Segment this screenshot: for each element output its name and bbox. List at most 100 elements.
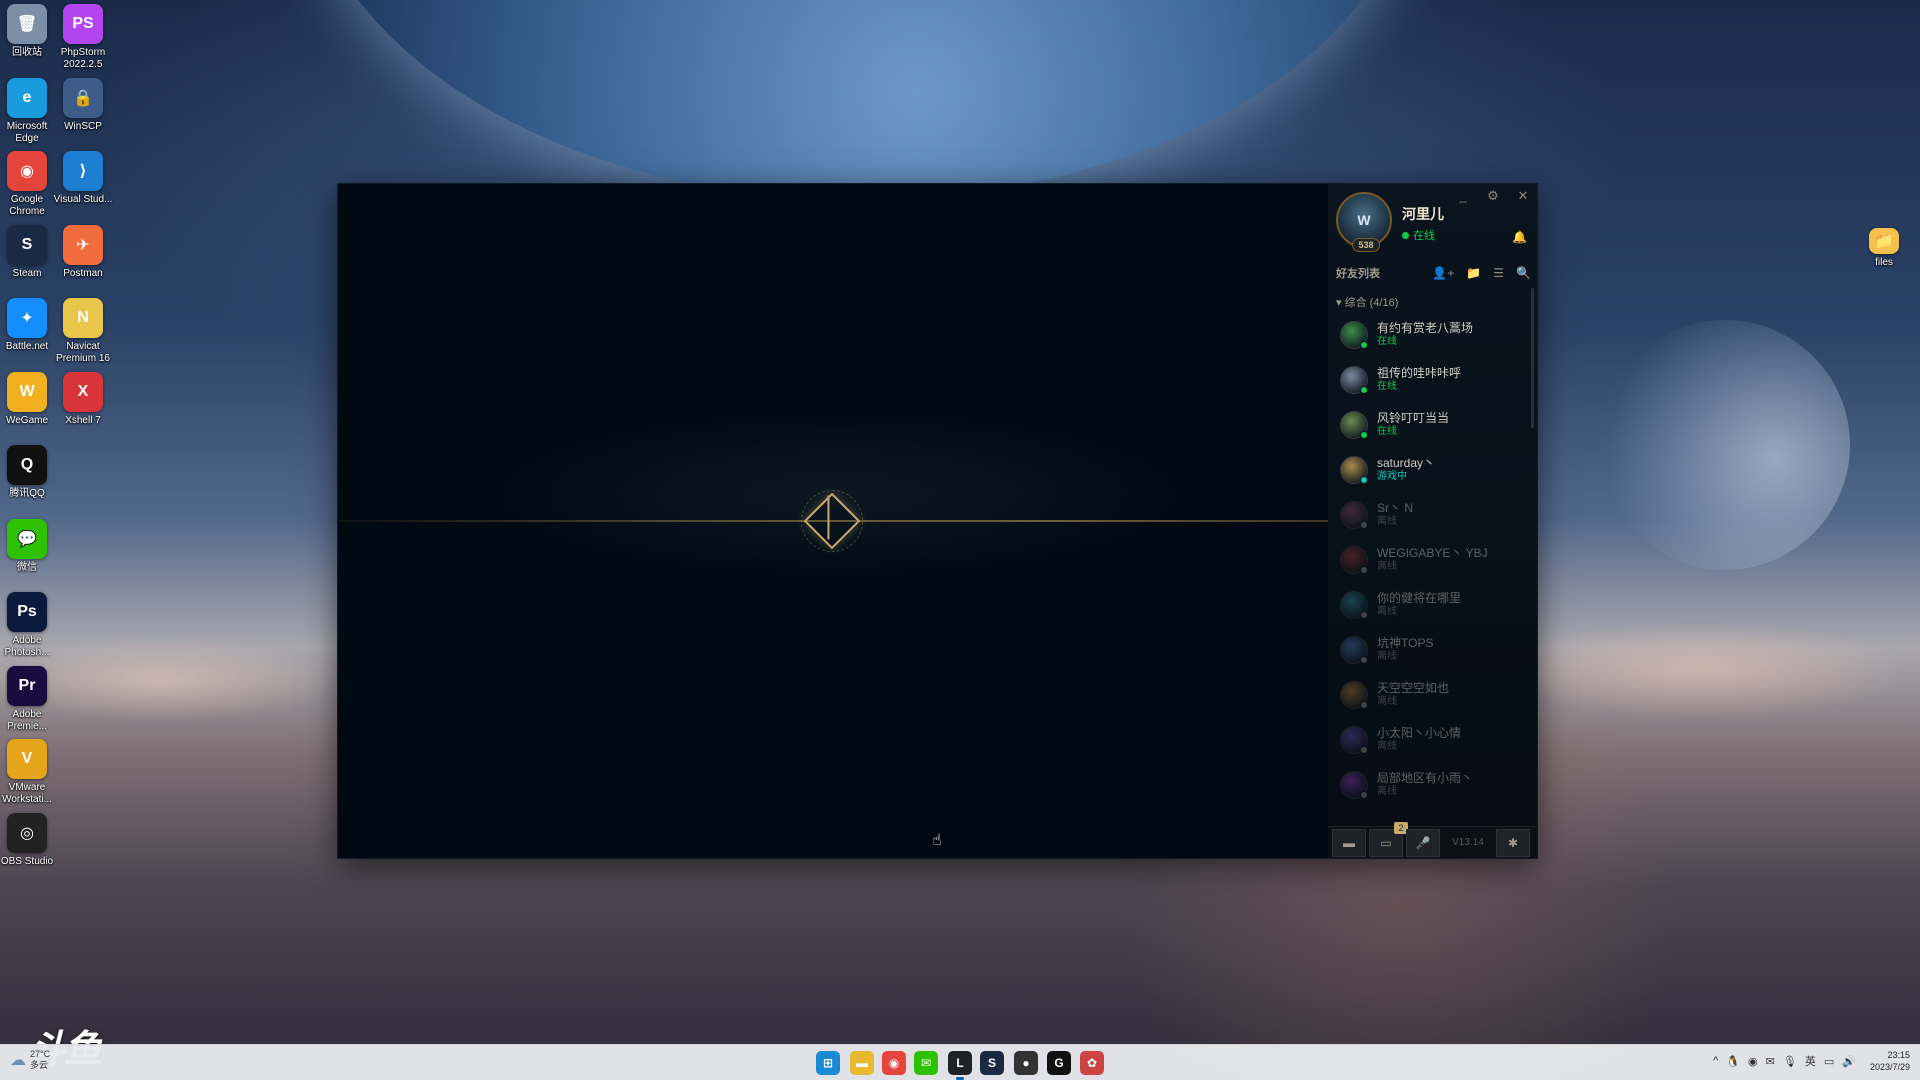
tray-volume-icon[interactable]: 🔊: [1842, 1055, 1856, 1068]
friend-list-item[interactable]: 局部地区有小雨丶 离线: [1328, 762, 1533, 807]
report-bug-button[interactable]: ✱: [1496, 828, 1530, 857]
tray-chevron-icon[interactable]: ^: [1713, 1055, 1718, 1067]
app-icon: 💬: [7, 518, 47, 559]
status-dot-icon: [1360, 700, 1368, 709]
friend-list-item[interactable]: 天空空空如也 离线: [1328, 672, 1533, 717]
desktop-icon-item[interactable]: ◎ OBS Studio: [0, 812, 57, 868]
desktop-icon-files[interactable]: 📁 files: [1854, 228, 1914, 269]
search-icon[interactable]: 🔍: [1516, 266, 1531, 280]
league-icon: L: [956, 1056, 964, 1070]
friend-name: WEGIGABYE丶 YBJ: [1377, 545, 1488, 560]
desktop-icon-item[interactable]: Ps Adobe Photosh...: [0, 592, 57, 659]
tray-qq-icon[interactable]: 🐧: [1726, 1055, 1740, 1068]
desktop-icon-label: OBS Studio: [0, 855, 54, 867]
taskbar-clock[interactable]: 23:15 2023/7/29: [1870, 1049, 1910, 1073]
desktop-icon-item[interactable]: S Steam: [0, 224, 57, 280]
friend-name: Sr丶 N: [1377, 500, 1414, 515]
taskbar-app-red[interactable]: ●: [1014, 1051, 1038, 1075]
friend-name: 局部地区有小雨丶: [1377, 770, 1474, 785]
taskbar-explorer[interactable]: ▬: [850, 1051, 874, 1075]
friend-avatar: [1340, 365, 1368, 394]
friend-avatar: [1340, 410, 1368, 439]
friend-list-item[interactable]: 祖传的哇咔咔呼 在线: [1328, 357, 1533, 402]
friend-avatar: [1340, 635, 1368, 664]
app-icon: ✦: [7, 298, 47, 338]
friend-status: 离线: [1377, 650, 1397, 662]
friend-list-scrollbar[interactable]: [1531, 288, 1534, 428]
notification-bell-icon[interactable]: 🔔: [1512, 230, 1527, 244]
friend-avatar: [1340, 455, 1368, 484]
friend-name: 坑神TOPS: [1377, 635, 1434, 650]
status-dot-icon: [1360, 340, 1368, 349]
add-friend-icon[interactable]: 👤+: [1432, 266, 1454, 280]
tray-network-icon[interactable]: ▭: [1824, 1055, 1834, 1068]
status-dot-icon: [1360, 385, 1368, 394]
desktop-icon-item[interactable]: Q 腾讯QQ: [0, 445, 57, 500]
desktop-icon-item[interactable]: e Microsoft Edge: [0, 77, 57, 145]
friend-list-item[interactable]: 风铃叮叮当当 在线: [1328, 402, 1533, 447]
friend-list-item[interactable]: 你的健将在哪里 离线: [1328, 582, 1533, 627]
tray-steam-icon[interactable]: ◉: [1748, 1055, 1758, 1068]
desktop-icon-item[interactable]: ◉ Google Chrome: [0, 151, 57, 218]
status-dot-icon: [1360, 520, 1368, 529]
desktop-icon-item[interactable]: ✈ Postman: [53, 224, 113, 280]
close-button[interactable]: ✕: [1515, 188, 1531, 204]
chat-button[interactable]: ▬: [1332, 828, 1366, 857]
cloud-icon: ☁: [10, 1052, 26, 1069]
taskbar-wechat[interactable]: ✉: [914, 1051, 938, 1075]
tray-mic-icon[interactable]: 🎙: [1783, 1055, 1797, 1068]
desktop-icon-item[interactable]: V VMware Workstati...: [0, 739, 57, 806]
desktop-icon-item[interactable]: PS PhpStorm 2022.2.5: [53, 4, 113, 71]
desktop-icon-item[interactable]: 🔒 WinSCP: [53, 77, 113, 133]
taskbar-steam[interactable]: S: [980, 1051, 1004, 1075]
minimize-button[interactable]: _: [1455, 188, 1471, 204]
desktop-icon-item[interactable]: W WeGame: [0, 371, 57, 427]
add-folder-icon[interactable]: 📁: [1466, 266, 1481, 280]
taskbar-app-misc[interactable]: ✿: [1080, 1051, 1104, 1075]
profile-card[interactable]: W 538 河里儿 在线: [1336, 192, 1444, 252]
friend-group-header[interactable]: ▾ 综合 (4/16): [1336, 294, 1398, 310]
desktop-icon-item[interactable]: ✦ Battle.net: [0, 298, 57, 353]
desktop-icon-item[interactable]: 💬 微信: [0, 518, 57, 574]
friend-avatar: [1340, 545, 1368, 574]
tray-language[interactable]: 英: [1805, 1053, 1816, 1069]
friend-list-item[interactable]: Sr丶 N 离线: [1328, 492, 1533, 537]
status-dot-icon: [1360, 790, 1368, 799]
desktop-icon-label: PhpStorm 2022.2.5: [60, 47, 106, 70]
taskbar: ☁ 27°C 多云 ⊞ ▬ ◉ ✉ L S ● G ✿ ^ 🐧 ◉ ✉ 🎙 英 …: [0, 1044, 1920, 1080]
weather-temp: 27°C: [30, 1049, 51, 1059]
desktop-icon-item[interactable]: X Xshell 7: [53, 371, 113, 427]
friend-list: 有约有赏老八蒿场 在线 祖传的哇咔咔呼 在线 风铃叮叮当当 在线 saturday丶 游戏中 S…: [1328, 312, 1533, 807]
friend-list-item[interactable]: 有约有赏老八蒿场 在线: [1328, 312, 1533, 357]
desktop-icon-label: WeGame: [5, 414, 49, 426]
friend-list-item[interactable]: WEGIGABYE丶 YBJ 离线: [1328, 537, 1533, 582]
app-icon: ●: [1022, 1056, 1030, 1070]
status-dot-icon: [1360, 610, 1368, 619]
taskbar-league[interactable]: L: [948, 1051, 972, 1080]
desktop-icon-item[interactable]: N Navicat Premium 16: [53, 298, 113, 365]
profile-avatar[interactable]: W 538: [1336, 192, 1392, 252]
friend-list-item[interactable]: 小太阳丶小心情 离线: [1328, 717, 1533, 762]
profile-status[interactable]: 在线: [1402, 227, 1444, 243]
friend-list-item[interactable]: saturday丶 游戏中: [1328, 447, 1533, 492]
start-button[interactable]: ⊞: [816, 1051, 840, 1075]
desktop-icon-label: Postman: [63, 267, 103, 279]
desktop-icon-item[interactable]: 🗑 回收站: [0, 4, 57, 59]
friend-status: 离线: [1377, 605, 1397, 617]
list-view-icon[interactable]: ☰: [1493, 266, 1504, 280]
tray-wechat-icon[interactable]: ✉: [1766, 1055, 1775, 1068]
settings-gear-icon[interactable]: ⚙: [1485, 188, 1501, 204]
folder-icon: ▬: [856, 1056, 868, 1070]
messages-button[interactable]: ▭ 2: [1369, 821, 1408, 857]
friend-name: 风铃叮叮当当: [1377, 410, 1450, 425]
desktop-icon-item[interactable]: ⟩ Visual Stud...: [53, 151, 113, 206]
friend-status: 在线: [1377, 425, 1397, 437]
weather-widget[interactable]: ☁ 27°C 多云: [10, 1049, 50, 1071]
taskbar-chrome[interactable]: ◉: [882, 1051, 906, 1075]
friend-list-item[interactable]: 坑神TOPS 离线: [1328, 627, 1533, 672]
desktop-icon-item[interactable]: Pr Adobe Premie...: [0, 665, 57, 733]
desktop-icon-label: Adobe Premie...: [6, 708, 47, 732]
taskbar-app-g[interactable]: G: [1047, 1051, 1071, 1075]
voice-button[interactable]: 🎤: [1406, 828, 1440, 857]
app-icon: Q: [7, 445, 47, 485]
